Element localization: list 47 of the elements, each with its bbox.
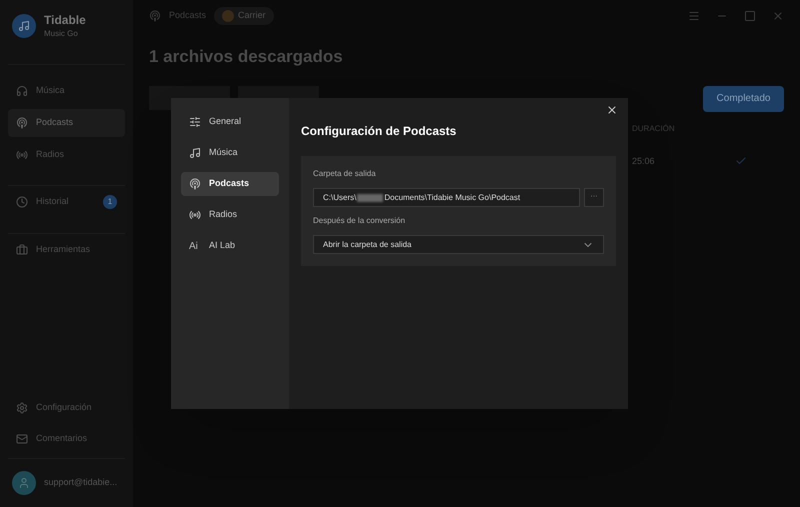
podcast-icon — [16, 117, 28, 129]
path-suffix: Documents\Tidabie Music Go\Podcast — [384, 192, 520, 204]
after-label: Después de la conversión — [313, 215, 406, 227]
podcast-icon — [189, 178, 201, 190]
tools-label: Herramientas — [36, 242, 90, 256]
app-name: Tidable — [44, 12, 86, 28]
close-icon[interactable] — [606, 104, 618, 116]
path-field[interactable]: C:\Users\ Documents\Tidabie Music Go\Podcast — [313, 188, 580, 207]
sidebar-item[interactable]: Configuración — [8, 392, 125, 423]
completed-button[interactable]: Completado — [703, 86, 784, 112]
dialog-title: Configuración de Podcasts — [301, 123, 458, 140]
toolbox-icon — [16, 244, 28, 256]
ai-icon: Ai — [189, 238, 201, 254]
mail-icon — [16, 432, 28, 444]
history-label: Historial — [36, 194, 70, 208]
account-email[interactable]: support@tidabie... — [44, 476, 118, 490]
radio-icon — [189, 209, 201, 221]
app-subtitle: Music Go — [44, 28, 79, 40]
output-label: Carpeta de salida — [313, 168, 377, 180]
settings-icon — [16, 402, 28, 414]
radio-icon — [16, 149, 28, 161]
page-title: 1 archivos descargados — [149, 46, 344, 68]
dialog-nav-item[interactable]: General — [181, 110, 279, 134]
sidebar-item[interactable]: Comentarios — [8, 423, 125, 454]
clock-icon — [16, 196, 28, 208]
after-select[interactable]: Abrir la carpeta de salida — [313, 235, 604, 254]
podcast-icon — [149, 10, 161, 22]
sidebar-item[interactable]: Música — [8, 77, 125, 105]
breadcrumb-chip[interactable]: Carrier — [214, 7, 274, 25]
music-note-icon — [189, 147, 201, 159]
redaction-blur — [357, 194, 384, 202]
headphones-icon — [16, 85, 28, 97]
duration-cell-text: 25:06 — [632, 154, 656, 168]
avatar-icon — [12, 471, 36, 495]
sidebar-item[interactable]: Radios — [8, 141, 125, 169]
dialog-nav-item[interactable]: Música — [181, 141, 279, 165]
path-prefix: C:\Users\ — [323, 192, 356, 204]
maximize-icon[interactable] — [744, 10, 756, 22]
sliders-icon — [189, 116, 201, 128]
dialog-nav-item[interactable]: Podcasts — [181, 172, 279, 196]
logo-icon — [12, 14, 36, 38]
dialog-nav-item[interactable]: Ai AI Lab — [181, 234, 279, 258]
history-badge: 1 — [103, 194, 117, 208]
menu-icon[interactable] — [688, 10, 700, 22]
dialog-nav-item[interactable]: Radios — [181, 203, 279, 227]
cover-icon — [222, 10, 234, 22]
sidebar-item[interactable]: Podcasts — [8, 109, 125, 137]
